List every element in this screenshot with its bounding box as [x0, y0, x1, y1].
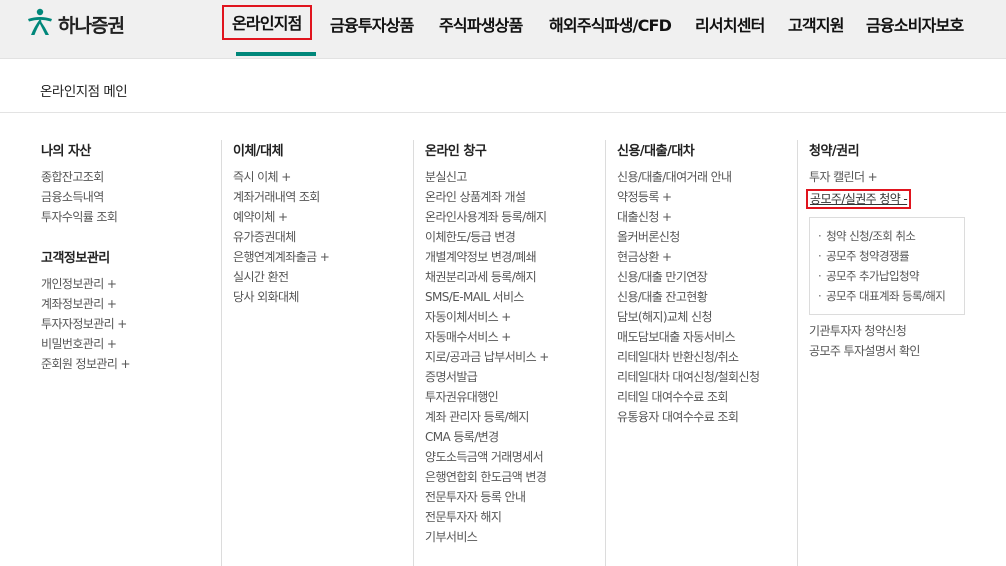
link-investment-calendar[interactable]: 투자 캘린더 +	[809, 167, 965, 187]
submenu-item[interactable]: · 공모주 청약경쟁률	[818, 246, 964, 266]
column-transfer: 이체/대체 즉시 이체 + 계좌거래내역 조회 예약이체 + 유가증권대체 은행…	[220, 140, 330, 566]
link-associate-member[interactable]: 준회원 정보관리 +	[41, 354, 131, 374]
link-bond-tax[interactable]: 채권분리과세 등록/해지	[425, 267, 549, 287]
link-password[interactable]: 비밀번호관리 +	[41, 334, 130, 354]
link-bank-limit[interactable]: 은행연합회 한도금액 변경	[425, 467, 549, 487]
top-navigation-bar: 하나증권 온라인지점 금융투자상품 주식파생상품 해외주식파생/CFD 리서치센…	[0, 0, 1006, 59]
link-collateral-swap[interactable]: 담보(해지)교체 신청	[617, 307, 759, 327]
divider	[0, 112, 1006, 113]
link-pro-investor-cancel[interactable]: 전문투자자 해지	[425, 507, 549, 527]
menu-online-branch[interactable]: 온라인지점	[222, 5, 312, 40]
column-online-window: 온라인 창구 분실신고 온라인 상품계좌 개설 온라인사용계좌 등록/해지 이체…	[413, 140, 549, 566]
link-retail-lend[interactable]: 리테일대차 대여신청/철회신청	[617, 367, 760, 387]
column-credit-loan: 신용/대출/대차 신용/대출/대여거래 안내 약정등록 + 대출신청 + 올커버…	[604, 140, 760, 566]
link-donation[interactable]: 기부서비스	[425, 527, 549, 547]
link-certificate[interactable]: 증명서발급	[425, 367, 549, 387]
bullet-icon: ·	[818, 249, 822, 263]
menu-stock-derivatives[interactable]: 주식파생상품	[439, 12, 523, 36]
submenu-item-label: 청약 신청/조회 취소	[826, 229, 916, 243]
menu-research-center[interactable]: 리서치센터	[695, 12, 765, 36]
active-menu-indicator	[236, 52, 316, 56]
submenu-item[interactable]: · 청약 신청/조회 취소	[818, 226, 964, 246]
link-loan-extend[interactable]: 신용/대출 만기연장	[617, 267, 759, 287]
column-my-assets: 나의 자산 종합잔고조회 금융소득내역 투자수익률 조회 고객정보관리 개인정보…	[41, 140, 131, 374]
link-distribution-fee[interactable]: 유통융자 대여수수료 조회	[617, 407, 759, 427]
bullet-icon: ·	[818, 269, 822, 283]
page-title: 온라인지점 메인	[40, 84, 128, 100]
link-auto-buy[interactable]: 자동매수서비스 +	[425, 327, 549, 347]
link-institutional-subscription[interactable]: 기관투자자 청약신청	[809, 321, 965, 341]
link-allcover-loan[interactable]: 올커버론신청	[617, 227, 759, 247]
link-contract-info[interactable]: 개별계약정보 변경/폐쇄	[425, 247, 549, 267]
link-securities-transfer[interactable]: 유가증권대체	[233, 227, 329, 247]
link-agreement[interactable]: 약정등록 +	[617, 187, 759, 207]
link-ipo-subscription[interactable]: 공모주/실권주 청약 -	[806, 189, 912, 209]
menu-consumer-protection[interactable]: 금융소비자보호	[866, 12, 964, 36]
link-register-account[interactable]: 온라인사용계좌 등록/해지	[425, 207, 549, 227]
link-scheduled-transfer[interactable]: 예약이체 +	[233, 207, 329, 227]
link-auto-transfer[interactable]: 자동이체서비스 +	[425, 307, 549, 327]
column-subscription: 청약/권리 투자 캘린더 + 공모주/실권주 청약 - · 청약 신청/조회 취소…	[797, 140, 965, 566]
menu-customer-support[interactable]: 고객지원	[788, 12, 844, 36]
submenu-item[interactable]: · 공모주 추가납입청약	[818, 266, 964, 286]
link-sms-email[interactable]: SMS/E-MAIL 서비스	[425, 287, 549, 307]
link-agent[interactable]: 투자권유대행인	[425, 387, 549, 407]
link-pro-investor-register[interactable]: 전문투자자 등록 안내	[425, 487, 549, 507]
link-retail-fee[interactable]: 리테일 대여수수료 조회	[617, 387, 759, 407]
menu-financial-products[interactable]: 금융투자상품	[330, 12, 414, 36]
section-title-customer-info: 고객정보관리	[41, 251, 110, 266]
ipo-submenu: · 청약 신청/조회 취소 · 공모주 청약경쟁률 · 공모주 추가납입청약 · 공모주…	[809, 217, 965, 315]
link-account-manager[interactable]: 계좌 관리자 등록/해지	[425, 407, 549, 427]
submenu-item-label: 공모주 추가납입청약	[826, 269, 919, 283]
link-loss-report[interactable]: 분실신고	[425, 167, 549, 187]
bullet-icon: ·	[818, 229, 822, 243]
link-retail-return[interactable]: 리테일대차 반환신청/취소	[617, 347, 759, 367]
link-bank-withdrawal[interactable]: 은행연계계좌출금 +	[233, 247, 330, 267]
submenu-item-label: 공모주 대표계좌 등록/해지	[826, 289, 946, 303]
brand-logo[interactable]: 하나증권	[26, 7, 125, 41]
link-transaction-history[interactable]: 계좌거래내역 조회	[233, 187, 329, 207]
section-title-online-window: 온라인 창구	[425, 144, 487, 159]
submenu-item[interactable]: · 공모주 대표계좌 등록/해지	[818, 286, 964, 306]
link-personal-info[interactable]: 개인정보관리 +	[41, 274, 130, 294]
link-financial-income[interactable]: 금융소득내역	[41, 187, 130, 207]
link-open-account[interactable]: 온라인 상품계좌 개설	[425, 187, 549, 207]
bullet-icon: ·	[818, 289, 822, 303]
link-giro-payment[interactable]: 지로/공과금 납부서비스 +	[425, 347, 549, 367]
section-title-transfer: 이체/대체	[233, 144, 284, 159]
link-total-balance[interactable]: 종합잔고조회	[41, 167, 130, 187]
link-capital-gains[interactable]: 양도소득금액 거래명세서	[425, 447, 549, 467]
link-transfer-limit[interactable]: 이체한도/등급 변경	[425, 227, 549, 247]
link-cma[interactable]: CMA 등록/변경	[425, 427, 549, 447]
link-cash-repay[interactable]: 현금상환 +	[617, 247, 759, 267]
link-investor-info[interactable]: 투자자정보관리 +	[41, 314, 130, 334]
section-title-my-assets: 나의 자산	[41, 144, 91, 159]
hana-logo-icon	[26, 7, 54, 41]
section-title-subscription: 청약/권리	[809, 144, 860, 159]
link-return-rate[interactable]: 투자수익률 조회	[41, 207, 130, 227]
section-title-credit-loan: 신용/대출/대차	[617, 144, 695, 159]
brand-name: 하나증권	[58, 14, 125, 37]
link-realtime-exchange[interactable]: 실시간 환전	[233, 267, 329, 287]
link-instant-transfer[interactable]: 즉시 이체 +	[233, 167, 329, 187]
link-loan-balance[interactable]: 신용/대출 잔고현황	[617, 287, 759, 307]
link-fx-transfer[interactable]: 당사 외화대체	[233, 287, 329, 307]
link-loan-apply[interactable]: 대출신청 +	[617, 207, 759, 227]
menu-overseas-cfd[interactable]: 해외주식파생/CFD	[549, 12, 672, 36]
link-sell-collateral[interactable]: 매도담보대출 자동서비스	[617, 327, 759, 347]
submenu-item-label: 공모주 청약경쟁률	[826, 249, 910, 263]
link-prospectus[interactable]: 공모주 투자설명서 확인	[809, 341, 965, 361]
link-credit-guide[interactable]: 신용/대출/대여거래 안내	[617, 167, 759, 187]
link-account-info[interactable]: 계좌정보관리 +	[41, 294, 130, 314]
